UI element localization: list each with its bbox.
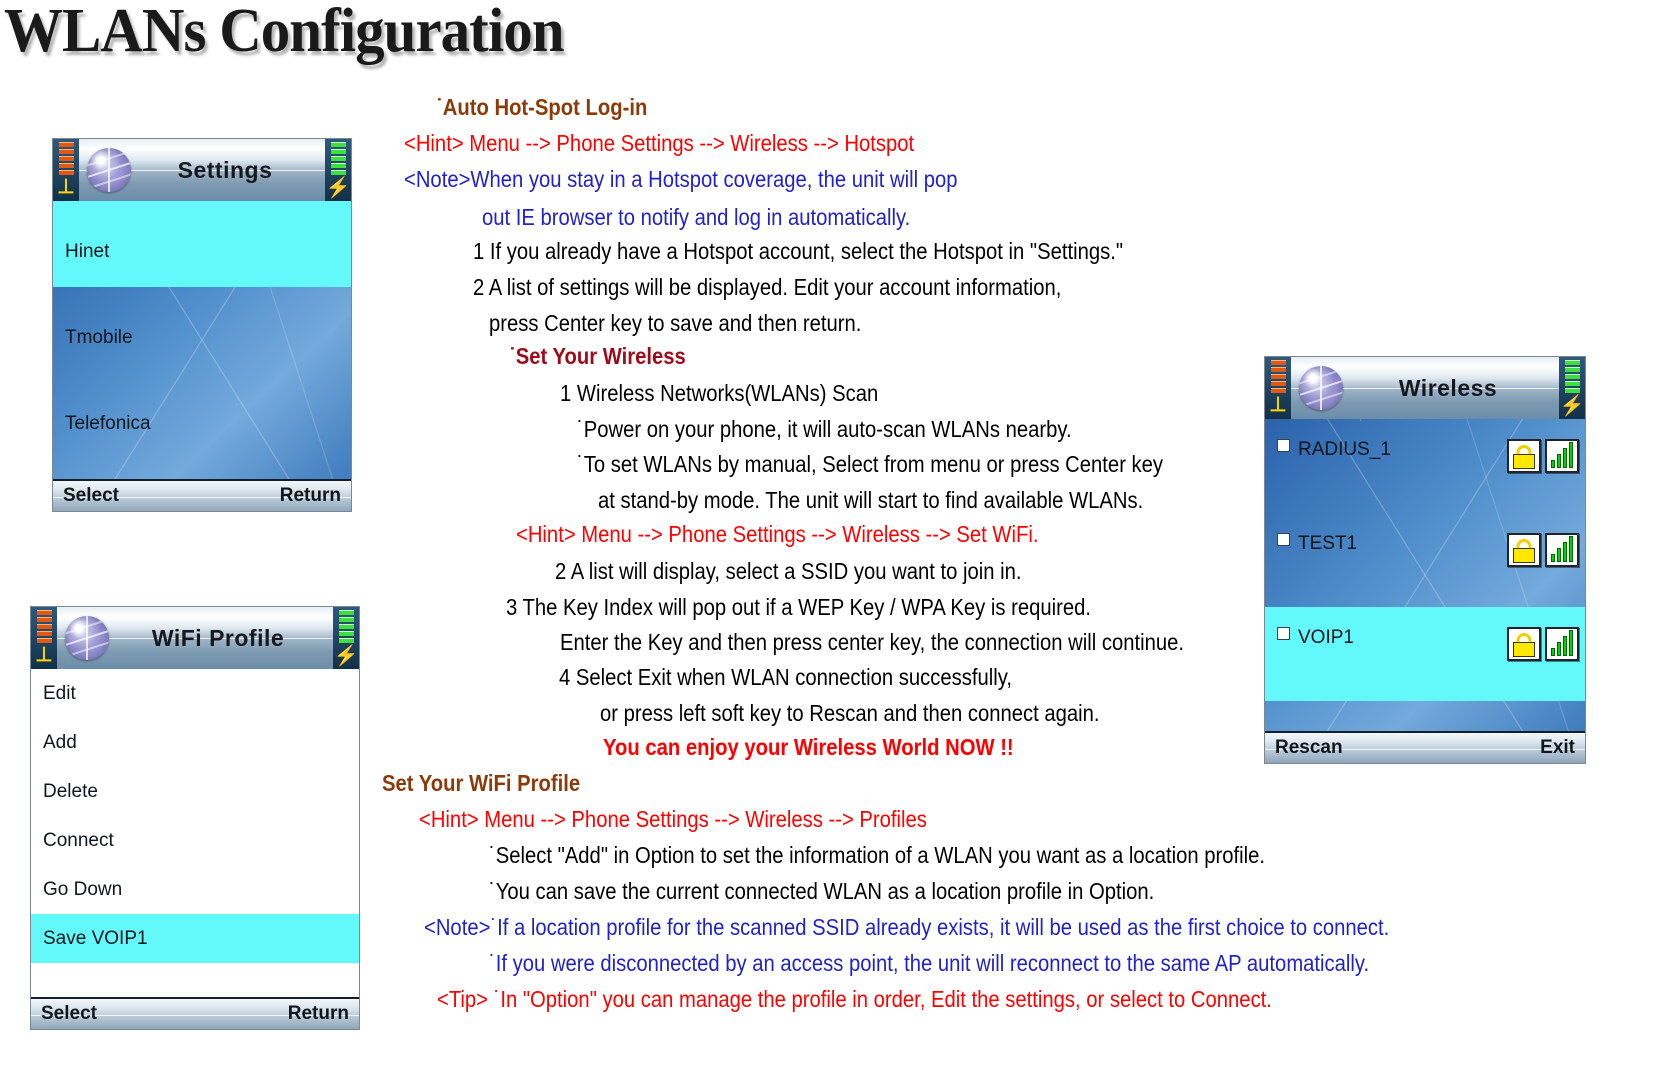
battery-indicator: ⚡: [333, 607, 359, 669]
list-item-label: Edit: [43, 682, 76, 704]
charging-bolt-icon: ⚡: [1559, 395, 1585, 417]
text-line: ˙You can save the current connected WLAN…: [489, 878, 1155, 904]
text-line: <Note>When you stay in a Hotspot coverag…: [404, 166, 958, 192]
text-line: 3 The Key Index will pop out if a WEP Ke…: [506, 594, 1091, 620]
page-title: WLANs Configuration: [4, 0, 565, 65]
wireless-softkey-bar: Rescan Exit: [1265, 731, 1585, 763]
list-item[interactable]: Add: [31, 718, 359, 767]
list-item-label: Save VOIP1: [43, 927, 148, 949]
battery-indicator: ⚡: [1559, 357, 1585, 419]
text-line: ˙If you were disconnected by an access p…: [489, 950, 1370, 976]
text-line: <Note>˙If a location profile for the sca…: [424, 914, 1390, 940]
list-item-label: Add: [43, 731, 77, 753]
text-line: ˙Set Your Wireless: [509, 343, 686, 369]
antenna-icon: ⊥: [35, 644, 53, 666]
settings-title-bar: ⊥ Settings ⚡: [53, 139, 351, 201]
signal-bars-icon: [1545, 627, 1579, 661]
network-checkbox[interactable]: [1277, 439, 1290, 452]
list-item[interactable]: Hinet: [53, 201, 351, 287]
text-line: at stand-by mode. The unit will start to…: [598, 487, 1144, 513]
network-checkbox[interactable]: [1277, 627, 1290, 640]
wifi-profile-menu: Edit Add Delete Connect Go Down Save VOI…: [31, 669, 359, 997]
softkey-left[interactable]: Select: [41, 1003, 97, 1025]
wireless-title: Wireless: [1398, 374, 1498, 401]
wifi-profile-title: WiFi Profile: [151, 624, 285, 651]
list-item-label: RADIUS_1: [1298, 439, 1391, 460]
charging-bolt-icon: ⚡: [333, 645, 359, 667]
antenna-icon: ⊥: [1269, 394, 1287, 416]
antenna-icon: ⊥: [57, 176, 75, 198]
softkey-right[interactable]: Return: [288, 1003, 349, 1025]
list-item-label: Tmobile: [65, 327, 133, 348]
signal-bars-icon: [1545, 533, 1579, 567]
list-item-label: Go Down: [43, 878, 123, 900]
text-line: ˙To set WLANs by manual, Select from men…: [577, 451, 1164, 477]
text-line: press Center key to save and then return…: [489, 310, 862, 336]
lock-icon: [1507, 627, 1541, 661]
list-item[interactable]: RADIUS_1: [1265, 419, 1585, 513]
text-line: or press left soft key to Rescan and the…: [600, 700, 1100, 726]
list-item[interactable]: Tmobile: [53, 287, 351, 373]
text-line: <Hint> Menu --> Phone Settings --> Wirel…: [419, 806, 927, 832]
list-item[interactable]: Delete: [31, 767, 359, 816]
signal-strength-indicator: ⊥: [53, 139, 79, 201]
globe-icon: [1299, 366, 1343, 410]
text-line: 4 Select Exit when WLAN connection succe…: [559, 664, 1012, 690]
globe-icon: [65, 616, 109, 660]
wireless-network-list: RADIUS_1 TEST1 VOIP1: [1265, 419, 1585, 731]
list-item-label: VOIP1: [1298, 627, 1354, 648]
text-line: 2 A list will display, select a SSID you…: [555, 558, 1022, 584]
list-item-label: Delete: [43, 780, 98, 802]
list-item[interactable]: Edit: [31, 669, 359, 718]
settings-list: Hinet Tmobile Telefonica: [53, 201, 351, 479]
phone-screenshot-settings: ⊥ Settings ⚡ Hinet Tmobile Telefonica Se…: [52, 138, 352, 512]
phone-screenshot-wifi-profile: ⊥ WiFi Profile ⚡ Edit Add Delete Connect: [30, 606, 360, 1030]
list-item[interactable]: VOIP1: [1265, 607, 1585, 701]
softkey-left[interactable]: Select: [63, 485, 119, 507]
text-line: 2 A list of settings will be displayed. …: [473, 274, 1062, 300]
text-line: <Tip> ˙In "Option" you can manage the pr…: [437, 986, 1272, 1012]
text-line: out IE browser to notify and log in auto…: [482, 204, 911, 230]
text-line: 1 If you already have a Hotspot account,…: [473, 238, 1124, 264]
list-item[interactable]: Go Down: [31, 865, 359, 914]
list-item[interactable]: Telefonica: [53, 373, 351, 459]
network-status-icons: [1507, 439, 1585, 473]
signal-strength-indicator: ⊥: [31, 607, 57, 669]
wireless-title-bar: ⊥ Wireless ⚡: [1265, 357, 1585, 419]
softkey-right[interactable]: Return: [280, 485, 341, 507]
text-line: You can enjoy your Wireless World NOW !!: [603, 734, 1014, 760]
text-line: 1 Wireless Networks(WLANs) Scan: [560, 380, 879, 406]
text-line: Set Your WiFi Profile: [382, 770, 581, 796]
list-item-label: TEST1: [1298, 533, 1358, 554]
wifi-profile-title-bar: ⊥ WiFi Profile ⚡: [31, 607, 359, 669]
list-item[interactable]: TEST1: [1265, 513, 1585, 607]
text-line: Enter the Key and then press center key,…: [560, 629, 1185, 655]
signal-bars-icon: [1545, 439, 1579, 473]
text-line: ˙Select "Add" in Option to set the infor…: [489, 842, 1266, 868]
lock-icon: [1507, 439, 1541, 473]
wifi-profile-softkey-bar: Select Return: [31, 997, 359, 1029]
list-item-label: Connect: [43, 829, 114, 851]
network-status-icons: [1507, 627, 1585, 661]
text-line: <Hint> Menu --> Phone Settings --> Wirel…: [516, 521, 1039, 547]
phone-screenshot-wireless: ⊥ Wireless ⚡ RADIUS_1 TEST1 VOIP1 Rescan…: [1264, 356, 1586, 764]
signal-strength-indicator: ⊥: [1265, 357, 1291, 419]
network-checkbox[interactable]: [1277, 533, 1290, 546]
list-item-label: Hinet: [65, 241, 110, 262]
text-line: ˙Power on your phone, it will auto-scan …: [577, 416, 1072, 442]
battery-indicator: ⚡: [325, 139, 351, 201]
list-item[interactable]: Connect: [31, 816, 359, 865]
globe-icon: [87, 148, 131, 192]
settings-softkey-bar: Select Return: [53, 479, 351, 511]
network-status-icons: [1507, 533, 1585, 567]
text-line: ˙Auto Hot-Spot Log-in: [436, 94, 648, 120]
lock-icon: [1507, 533, 1541, 567]
softkey-left[interactable]: Rescan: [1275, 737, 1343, 759]
list-item-label: Telefonica: [65, 413, 151, 434]
charging-bolt-icon: ⚡: [325, 177, 351, 199]
text-line: <Hint> Menu --> Phone Settings --> Wirel…: [404, 130, 915, 156]
softkey-right[interactable]: Exit: [1540, 737, 1575, 759]
list-item[interactable]: Save VOIP1: [31, 914, 359, 963]
settings-title: Settings: [177, 156, 273, 183]
